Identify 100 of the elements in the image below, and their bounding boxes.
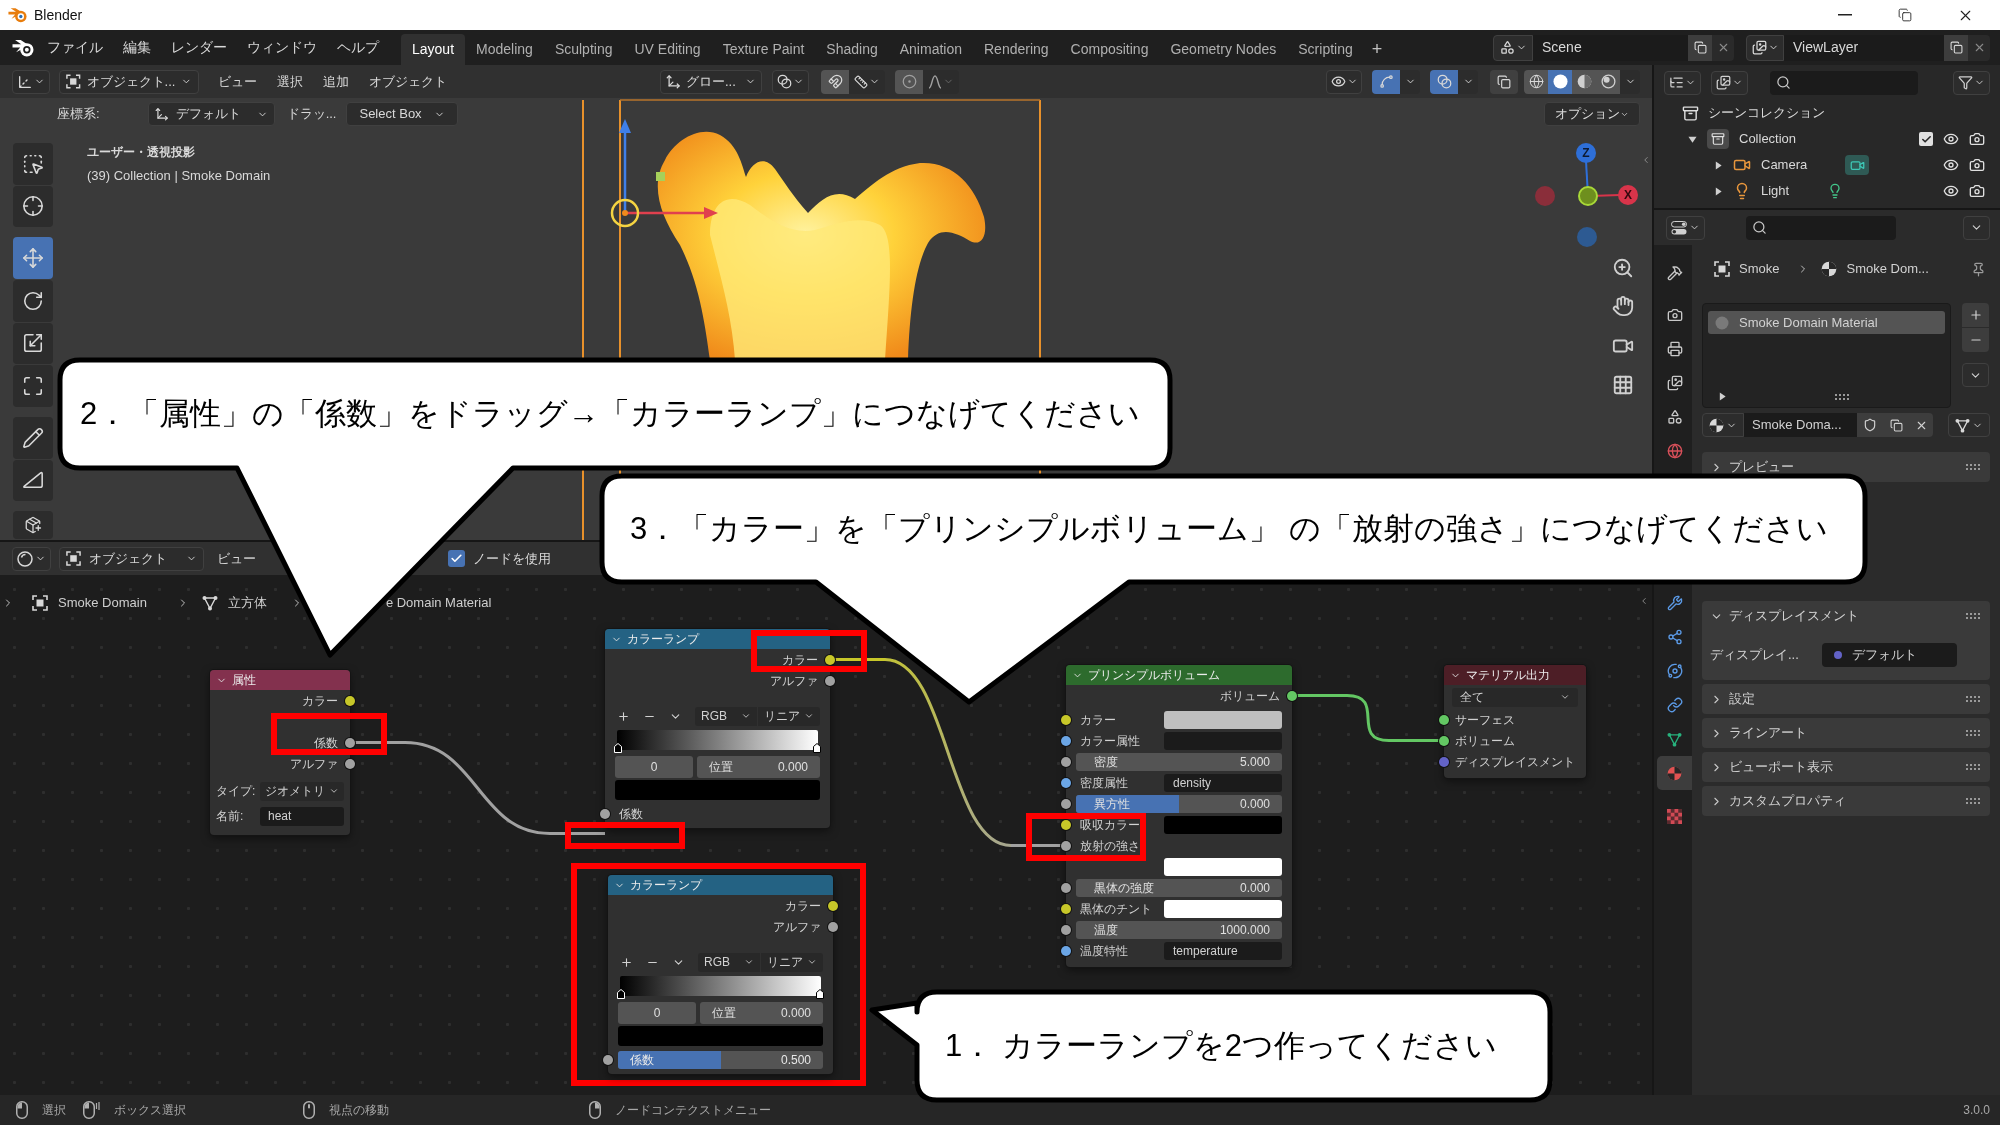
link-mode-dropdown[interactable]: [1948, 413, 1990, 437]
grip-icon[interactable]: [1835, 393, 1849, 400]
pin-icon[interactable]: [1971, 261, 1986, 277]
menu-item[interactable]: ウィンドウ: [237, 34, 327, 61]
grip-icon[interactable]: [1966, 696, 1980, 702]
menu-item[interactable]: オブジェクト: [359, 69, 457, 94]
grid-icon[interactable]: [1612, 374, 1634, 396]
orientation-dropdown[interactable]: グロー...: [660, 69, 762, 94]
workspace-tab[interactable]: Animation: [888, 34, 973, 65]
material-name-field[interactable]: Smoke Doma...: [1744, 413, 1857, 437]
outliner-label[interactable]: シーンコレクション: [1708, 103, 1825, 123]
value-slider[interactable]: 異方性 0.000: [1076, 794, 1282, 813]
copy-button[interactable]: [1688, 34, 1712, 61]
camera-icon[interactable]: [1969, 183, 1985, 199]
position-field[interactable]: 位置 0.000: [700, 1002, 823, 1024]
workspace-tab[interactable]: Layout: [401, 34, 466, 65]
display-mode-dropdown[interactable]: [1664, 70, 1701, 95]
mode-dropdown[interactable]: オブジェクト: [59, 546, 204, 571]
grip-icon[interactable]: [1966, 730, 1980, 736]
stop-index-field[interactable]: 0: [618, 1002, 696, 1024]
filter-dropdown[interactable]: [1711, 70, 1748, 95]
text-field[interactable]: density: [1164, 773, 1282, 792]
slot-menu-button[interactable]: [1962, 363, 1989, 387]
tool-button[interactable]: [13, 143, 53, 185]
interpolation-dropdown[interactable]: リニア: [758, 706, 820, 726]
color-swatch[interactable]: [1164, 815, 1282, 834]
tool-button[interactable]: [13, 322, 53, 365]
workspace-tab[interactable]: Geometry Nodes: [1159, 34, 1288, 65]
editor-type-button[interactable]: [1666, 215, 1705, 240]
tool-button[interactable]: [13, 459, 53, 502]
add-slot-button[interactable]: [1962, 303, 1989, 327]
search-field[interactable]: [1770, 70, 1918, 95]
tool-button[interactable]: [13, 185, 53, 228]
outliner-label[interactable]: Light: [1761, 181, 1790, 201]
target-dropdown[interactable]: 全て: [1452, 687, 1578, 707]
checkbox[interactable]: [448, 550, 465, 567]
name-field[interactable]: heat: [260, 806, 344, 826]
grip-icon[interactable]: [1966, 764, 1980, 770]
expand-arrow-icon[interactable]: [1718, 392, 1727, 401]
workspace-tab[interactable]: Texture Paint: [711, 34, 816, 65]
color-swatch[interactable]: [1164, 710, 1282, 729]
camera-icon[interactable]: [1969, 157, 1985, 173]
number-field[interactable]: 密度 5.000: [1076, 752, 1282, 771]
material-slot[interactable]: Smoke Domain Material: [1708, 311, 1945, 334]
tool-button[interactable]: [13, 279, 53, 322]
proportional-toggle[interactable]: [895, 69, 923, 94]
panel-title[interactable]: ディスプレイスメント: [1729, 606, 1859, 626]
plus-icon[interactable]: [617, 709, 630, 723]
axis-button[interactable]: X: [1618, 185, 1638, 205]
eye-icon[interactable]: [1943, 131, 1959, 147]
socket-type-dropdown[interactable]: デフォルト: [1822, 643, 1957, 667]
add-workspace-button[interactable]: +: [1363, 34, 1391, 65]
panel-title[interactable]: 設定: [1729, 689, 1755, 709]
zoom-icon[interactable]: [1612, 257, 1634, 279]
falloff-dropdown[interactable]: [923, 69, 959, 94]
unlink-button[interactable]: [1909, 413, 1933, 437]
search-field[interactable]: [1746, 215, 1896, 240]
workspace-tab[interactable]: Shading: [815, 34, 889, 65]
menu-item[interactable]: 編集: [113, 34, 161, 61]
snap-dropdown[interactable]: [849, 69, 885, 94]
options-dropdown[interactable]: オプション: [1544, 102, 1640, 126]
menu-item[interactable]: 選択: [267, 69, 313, 94]
expand-arrow-icon[interactable]: [1688, 134, 1697, 144]
grip-icon[interactable]: [1966, 464, 1980, 470]
dropdown-button[interactable]: [1963, 215, 1990, 240]
tool-button[interactable]: [13, 365, 53, 407]
workspace-tab[interactable]: Sculpting: [543, 34, 624, 65]
xray-toggle[interactable]: [1490, 69, 1518, 94]
panel-title[interactable]: ビューポート表示: [1729, 757, 1833, 777]
outliner-label[interactable]: Collection: [1739, 129, 1797, 149]
type-dropdown[interactable]: ジオメトリ: [260, 781, 344, 801]
color-mode-dropdown[interactable]: RGB: [695, 706, 757, 726]
menu-item[interactable]: ヘルプ: [327, 34, 389, 61]
view-layer-browse-button[interactable]: [1746, 34, 1784, 61]
checkbox-label[interactable]: ノードを使用: [473, 548, 551, 569]
select-mode-dropdown[interactable]: Select Box: [346, 102, 459, 126]
fake-user-button[interactable]: [1857, 413, 1883, 437]
workspace-tab[interactable]: Scripting: [1287, 34, 1364, 65]
shading-mode-button[interactable]: [1548, 69, 1572, 94]
number-field[interactable]: 黒体の強度 0.000: [1076, 878, 1282, 897]
menu-item[interactable]: 追加: [313, 69, 359, 94]
hand-icon[interactable]: [1612, 295, 1634, 317]
color-swatch[interactable]: [615, 780, 820, 800]
workspace-tab[interactable]: Compositing: [1059, 34, 1160, 65]
workspace-tab[interactable]: UV Editing: [623, 34, 712, 65]
scene-browse-button[interactable]: [1493, 34, 1533, 61]
grip-icon[interactable]: [1966, 613, 1980, 619]
view-layer-name-field[interactable]: ViewLayer: [1784, 34, 1944, 61]
color-swatch[interactable]: [618, 1026, 823, 1046]
shading-mode-button[interactable]: [1596, 69, 1620, 94]
color-mode-dropdown[interactable]: RGB: [698, 952, 760, 972]
overlay-toggle[interactable]: [1430, 69, 1458, 94]
menu-item[interactable]: レンダー: [161, 34, 237, 61]
camera-icon[interactable]: [1969, 131, 1985, 147]
factor-slider[interactable]: 係数 0.500: [618, 1050, 823, 1069]
shading-mode-button[interactable]: [1524, 69, 1548, 94]
color-stop-icon[interactable]: [816, 988, 824, 999]
shading-mode-button[interactable]: [1572, 69, 1596, 94]
pivot-dropdown[interactable]: [772, 69, 809, 94]
grip-icon[interactable]: [1966, 798, 1980, 804]
